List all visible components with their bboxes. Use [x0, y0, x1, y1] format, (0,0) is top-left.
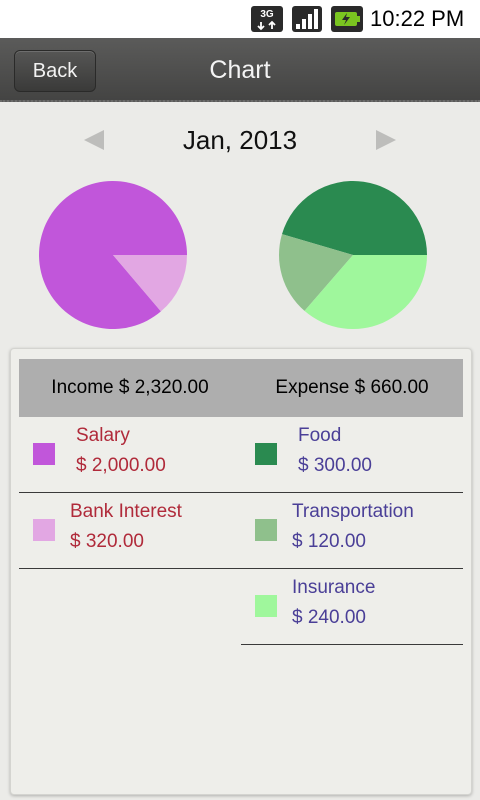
battery-charging-icon: [331, 6, 363, 32]
svg-text:3G: 3G: [260, 9, 274, 20]
item-name: Bank Interest: [70, 501, 182, 522]
signal-strength-icon: [292, 6, 322, 32]
triangle-right-icon[interactable]: [370, 124, 402, 156]
item-amount: $ 240.00: [292, 607, 366, 628]
3g-data-icon: 3G: [251, 6, 283, 32]
totals-bar: Income $ 2,320.00 Expense $ 660.00: [19, 359, 463, 417]
item-name: Salary: [76, 425, 130, 446]
item-amount: $ 120.00: [292, 531, 366, 552]
summary-card: Income $ 2,320.00 Expense $ 660.00 Salar…: [10, 348, 472, 795]
expense-item-insurance[interactable]: Insurance $ 240.00: [241, 569, 463, 645]
color-swatch: [33, 443, 55, 465]
item-amount: $ 300.00: [298, 455, 372, 476]
color-swatch: [33, 519, 55, 541]
expense-pie-chart: [279, 180, 427, 329]
expense-total: Expense $ 660.00: [275, 377, 429, 398]
color-swatch: [255, 595, 277, 617]
month-navigation: Jan, 2013: [0, 110, 480, 170]
item-amount: $ 320.00: [70, 531, 144, 552]
expense-item-food[interactable]: Food $ 300.00: [241, 417, 463, 493]
item-name: Transportation: [292, 501, 414, 522]
page-title: Chart: [209, 56, 271, 84]
income-item-salary[interactable]: Salary $ 2,000.00: [19, 417, 241, 493]
color-swatch: [255, 519, 277, 541]
back-button[interactable]: Back: [14, 50, 96, 92]
item-name: Insurance: [292, 577, 376, 598]
item-amount: $ 2,000.00: [76, 455, 166, 476]
income-total: Income $ 2,320.00: [51, 377, 209, 398]
status-time: 10:22 PM: [370, 6, 465, 31]
income-item-bank-interest[interactable]: Bank Interest $ 320.00: [19, 493, 241, 569]
month-label: Jan, 2013: [182, 125, 298, 155]
expense-item-transportation[interactable]: Transportation $ 120.00: [241, 493, 463, 569]
action-bar: Back Chart: [0, 38, 480, 102]
triangle-left-icon[interactable]: [78, 124, 110, 156]
income-pie-chart: [39, 181, 188, 329]
item-name: Food: [298, 425, 342, 446]
color-swatch: [255, 443, 277, 465]
status-bar: 3G 10:22 PM: [0, 0, 480, 38]
